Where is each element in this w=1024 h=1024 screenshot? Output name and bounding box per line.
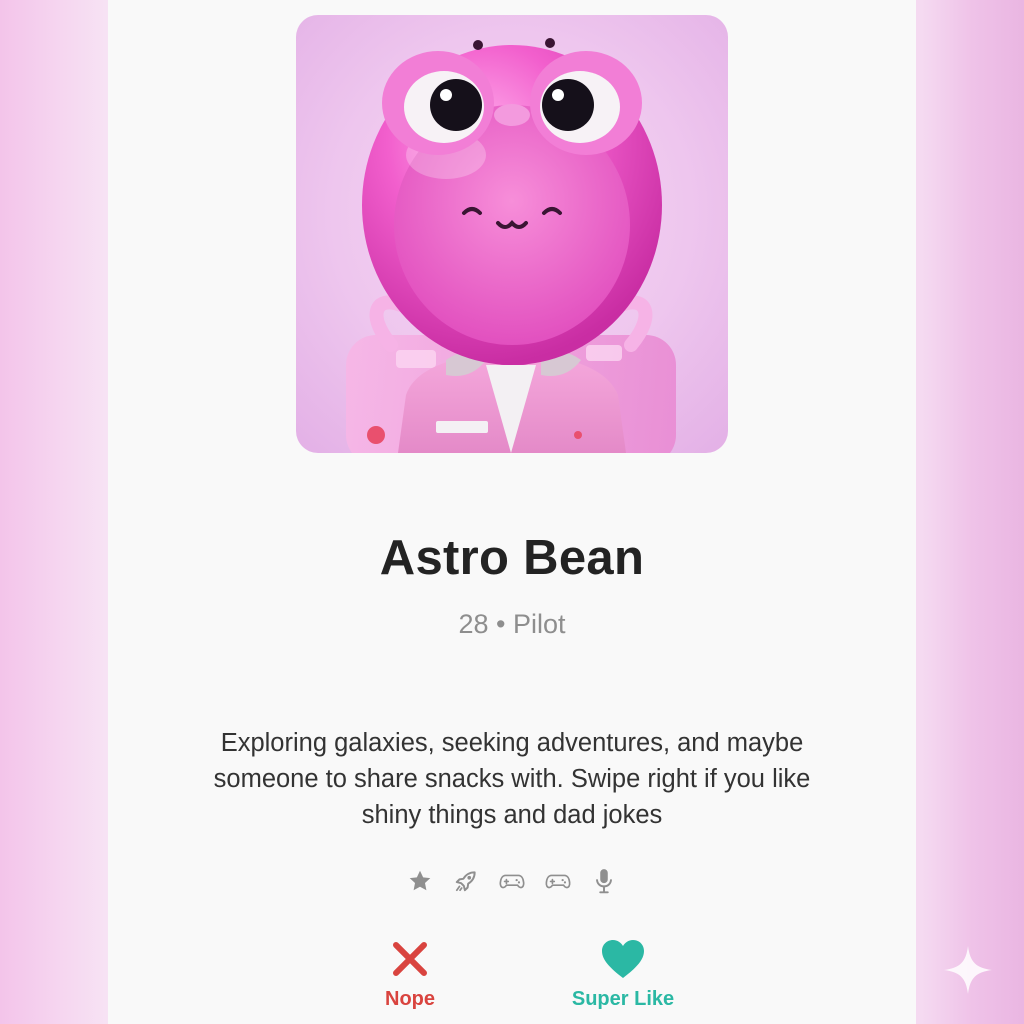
astronaut-character-illustration (346, 38, 676, 453)
profile-card[interactable]: Astro Bean 28 • Pilot Exploring galaxies… (108, 0, 916, 1024)
microphone-icon (591, 866, 617, 896)
rocket-icon (453, 866, 479, 896)
interest-icons (108, 866, 916, 896)
gamepad-icon (545, 866, 571, 896)
profile-name: Astro Bean (379, 531, 645, 585)
super-like-label: Super Like (571, 988, 675, 1010)
heart-icon (602, 940, 644, 978)
profile-bio: Exploring galaxies, seeking adventures, … (213, 729, 811, 829)
x-icon (393, 942, 427, 976)
nope-button[interactable]: Nope (340, 936, 480, 1011)
nope-label: Nope (385, 988, 435, 1010)
profile-age-occupation: 28 • Pilot (458, 609, 566, 639)
star-icon (407, 866, 433, 896)
sparkle-icon (944, 946, 992, 994)
super-like-button[interactable]: Super Like (553, 936, 693, 1011)
profile-photo (296, 15, 728, 453)
gamepad-icon (499, 866, 525, 896)
